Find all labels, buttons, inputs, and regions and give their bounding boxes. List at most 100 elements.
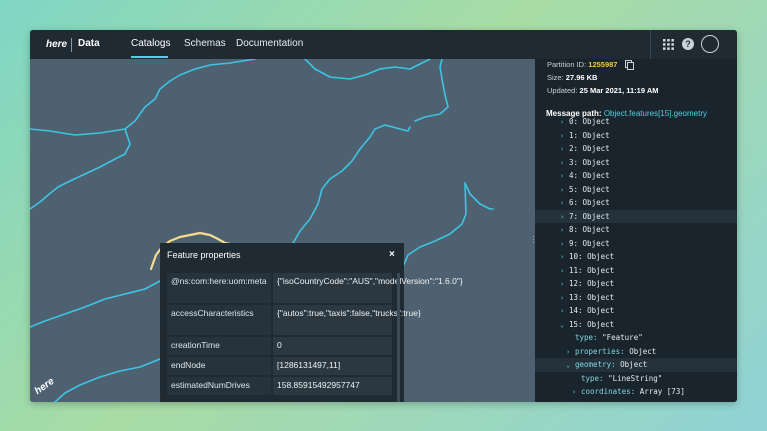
top-navigation-bar: here Data Catalogs Schemas Documentation… xyxy=(30,30,737,59)
tree-key: 13: xyxy=(569,292,583,302)
tree-row[interactable]: › coordinates: Array [73] xyxy=(535,385,737,399)
tree-key: 5: xyxy=(569,184,579,194)
tree-key: type: xyxy=(575,333,598,342)
chevron-right-icon[interactable]: › xyxy=(566,346,575,360)
chevron-right-icon[interactable]: › xyxy=(560,265,569,279)
chevron-right-icon[interactable]: › xyxy=(560,251,569,265)
property-key: accessCharacteristics xyxy=(167,305,271,335)
tree-value: Object xyxy=(587,306,615,315)
close-icon[interactable]: × xyxy=(389,249,395,260)
app-window: here Data Catalogs Schemas Documentation… xyxy=(30,30,737,402)
tree-row[interactable]: › 8: Object xyxy=(535,223,737,237)
tree-row[interactable]: › 13: Object xyxy=(535,291,737,305)
tree-row[interactable]: ⌄ 15: Object xyxy=(535,318,737,332)
chevron-right-icon[interactable]: › xyxy=(560,278,569,292)
road-line xyxy=(30,280,161,328)
tree-value: Object xyxy=(587,279,615,288)
tree-value: Object xyxy=(587,292,615,302)
popup-scrollbar[interactable] xyxy=(397,273,400,402)
chevron-right-icon[interactable]: › xyxy=(560,143,569,157)
chevron-right-icon[interactable]: › xyxy=(560,224,569,238)
tree-row[interactable]: › 7: Object xyxy=(535,209,737,225)
active-tab-indicator xyxy=(131,56,168,58)
chevron-right-icon[interactable]: › xyxy=(560,211,569,225)
tree-row[interactable]: › 12: Object xyxy=(535,277,737,291)
tree-row[interactable]: › 9: Object xyxy=(535,237,737,251)
road-line xyxy=(30,59,256,136)
user-avatar[interactable] xyxy=(701,35,719,53)
chevron-right-icon[interactable]: › xyxy=(572,386,581,400)
updated-label: Updated: xyxy=(547,86,578,95)
chevron-right-icon[interactable]: › xyxy=(560,130,569,144)
tree-value: Object xyxy=(582,171,610,180)
road-line xyxy=(464,182,494,210)
tree-row[interactable]: type: "LineString" xyxy=(535,372,737,386)
nav-item-catalogs[interactable]: Catalogs xyxy=(131,38,170,49)
tree-value: Object xyxy=(582,198,610,207)
partition-id-value: 1255987 xyxy=(588,60,618,69)
tree-value: Object xyxy=(587,319,615,329)
chevron-right-icon[interactable]: › xyxy=(560,238,569,252)
tree-value: Object xyxy=(582,117,610,126)
road-line xyxy=(401,182,467,270)
property-value: [1286131497,11] xyxy=(273,357,392,375)
property-key: @ns:com:here:uom:meta xyxy=(167,273,271,303)
tree-key: 15: xyxy=(569,319,583,329)
tree-value: Object xyxy=(582,238,610,248)
property-row: creationTime 0 xyxy=(167,337,394,355)
nav-item-schemas[interactable]: Schemas xyxy=(184,38,226,49)
tree-row[interactable]: › 0: Object xyxy=(535,115,737,129)
tree-row[interactable]: ⌄ geometry: Object xyxy=(535,358,737,372)
property-row: @ns:com:here:uom:meta {"isoCountryCode":… xyxy=(167,273,463,303)
tree-row[interactable]: › 5: Object xyxy=(535,183,737,197)
tree-key: geometry: xyxy=(575,360,616,369)
chevron-right-icon[interactable]: › xyxy=(560,305,569,319)
tree-key: type: xyxy=(581,373,604,383)
tree-row[interactable]: › 4: Object xyxy=(535,169,737,183)
chevron-right-icon[interactable]: › xyxy=(560,292,569,306)
tree-key: 3: xyxy=(569,157,579,167)
help-icon[interactable]: ? xyxy=(682,38,694,50)
tree-value: Object xyxy=(582,211,610,221)
property-value: 158.85915492957747 xyxy=(273,377,392,395)
tree-row[interactable]: › properties: Object xyxy=(535,345,737,359)
chevron-right-icon[interactable]: › xyxy=(560,170,569,184)
updated-line: Updated: 25 Mar 2021, 11:19 AM xyxy=(547,86,658,95)
tree-row[interactable]: › 11: Object xyxy=(535,264,737,278)
app-grid-icon[interactable] xyxy=(663,39,674,50)
tree-row[interactable]: › 1: Object xyxy=(535,129,737,143)
tree-row[interactable]: › 3: Object xyxy=(535,156,737,170)
partition-id-label: Partition ID: xyxy=(547,60,587,69)
tree-key: 8: xyxy=(569,225,579,234)
tree-row[interactable]: › 6: Object xyxy=(535,196,737,210)
tree-row[interactable]: › 2: Object xyxy=(535,142,737,156)
tree-value: Object xyxy=(587,265,615,275)
chevron-down-icon[interactable]: ⌄ xyxy=(560,319,569,333)
property-key: creationTime xyxy=(167,337,271,355)
app-name: Data xyxy=(78,38,100,49)
tree-key: 1: xyxy=(569,130,579,140)
tree-value: Object xyxy=(582,130,610,140)
tree-key: 4: xyxy=(569,171,579,180)
logo-divider xyxy=(71,38,72,52)
road-line xyxy=(54,358,161,402)
topbar-separator xyxy=(650,30,651,59)
here-logo[interactable]: here xyxy=(46,37,68,52)
chevron-right-icon[interactable]: › xyxy=(560,184,569,198)
size-label: Size: xyxy=(547,73,564,82)
tree-row[interactable]: › 14: Object xyxy=(535,304,737,318)
chevron-right-icon[interactable]: › xyxy=(560,116,569,130)
tree-value: Object xyxy=(582,184,610,194)
nav-item-documentation[interactable]: Documentation xyxy=(236,38,303,49)
chevron-right-icon[interactable]: › xyxy=(560,197,569,211)
tree-value: "LineString" xyxy=(608,373,663,383)
tree-key: properties: xyxy=(575,346,625,356)
chevron-right-icon[interactable]: › xyxy=(560,157,569,171)
chevron-down-icon[interactable]: ⌄ xyxy=(566,359,575,373)
tree-row[interactable]: › 10: Object xyxy=(535,250,737,264)
copy-icon[interactable] xyxy=(625,60,634,70)
tree-value: "Feature" xyxy=(602,333,643,342)
tree-value: Object xyxy=(582,157,610,167)
road-line xyxy=(287,124,411,260)
tree-row[interactable]: type: "Feature" xyxy=(535,331,737,345)
